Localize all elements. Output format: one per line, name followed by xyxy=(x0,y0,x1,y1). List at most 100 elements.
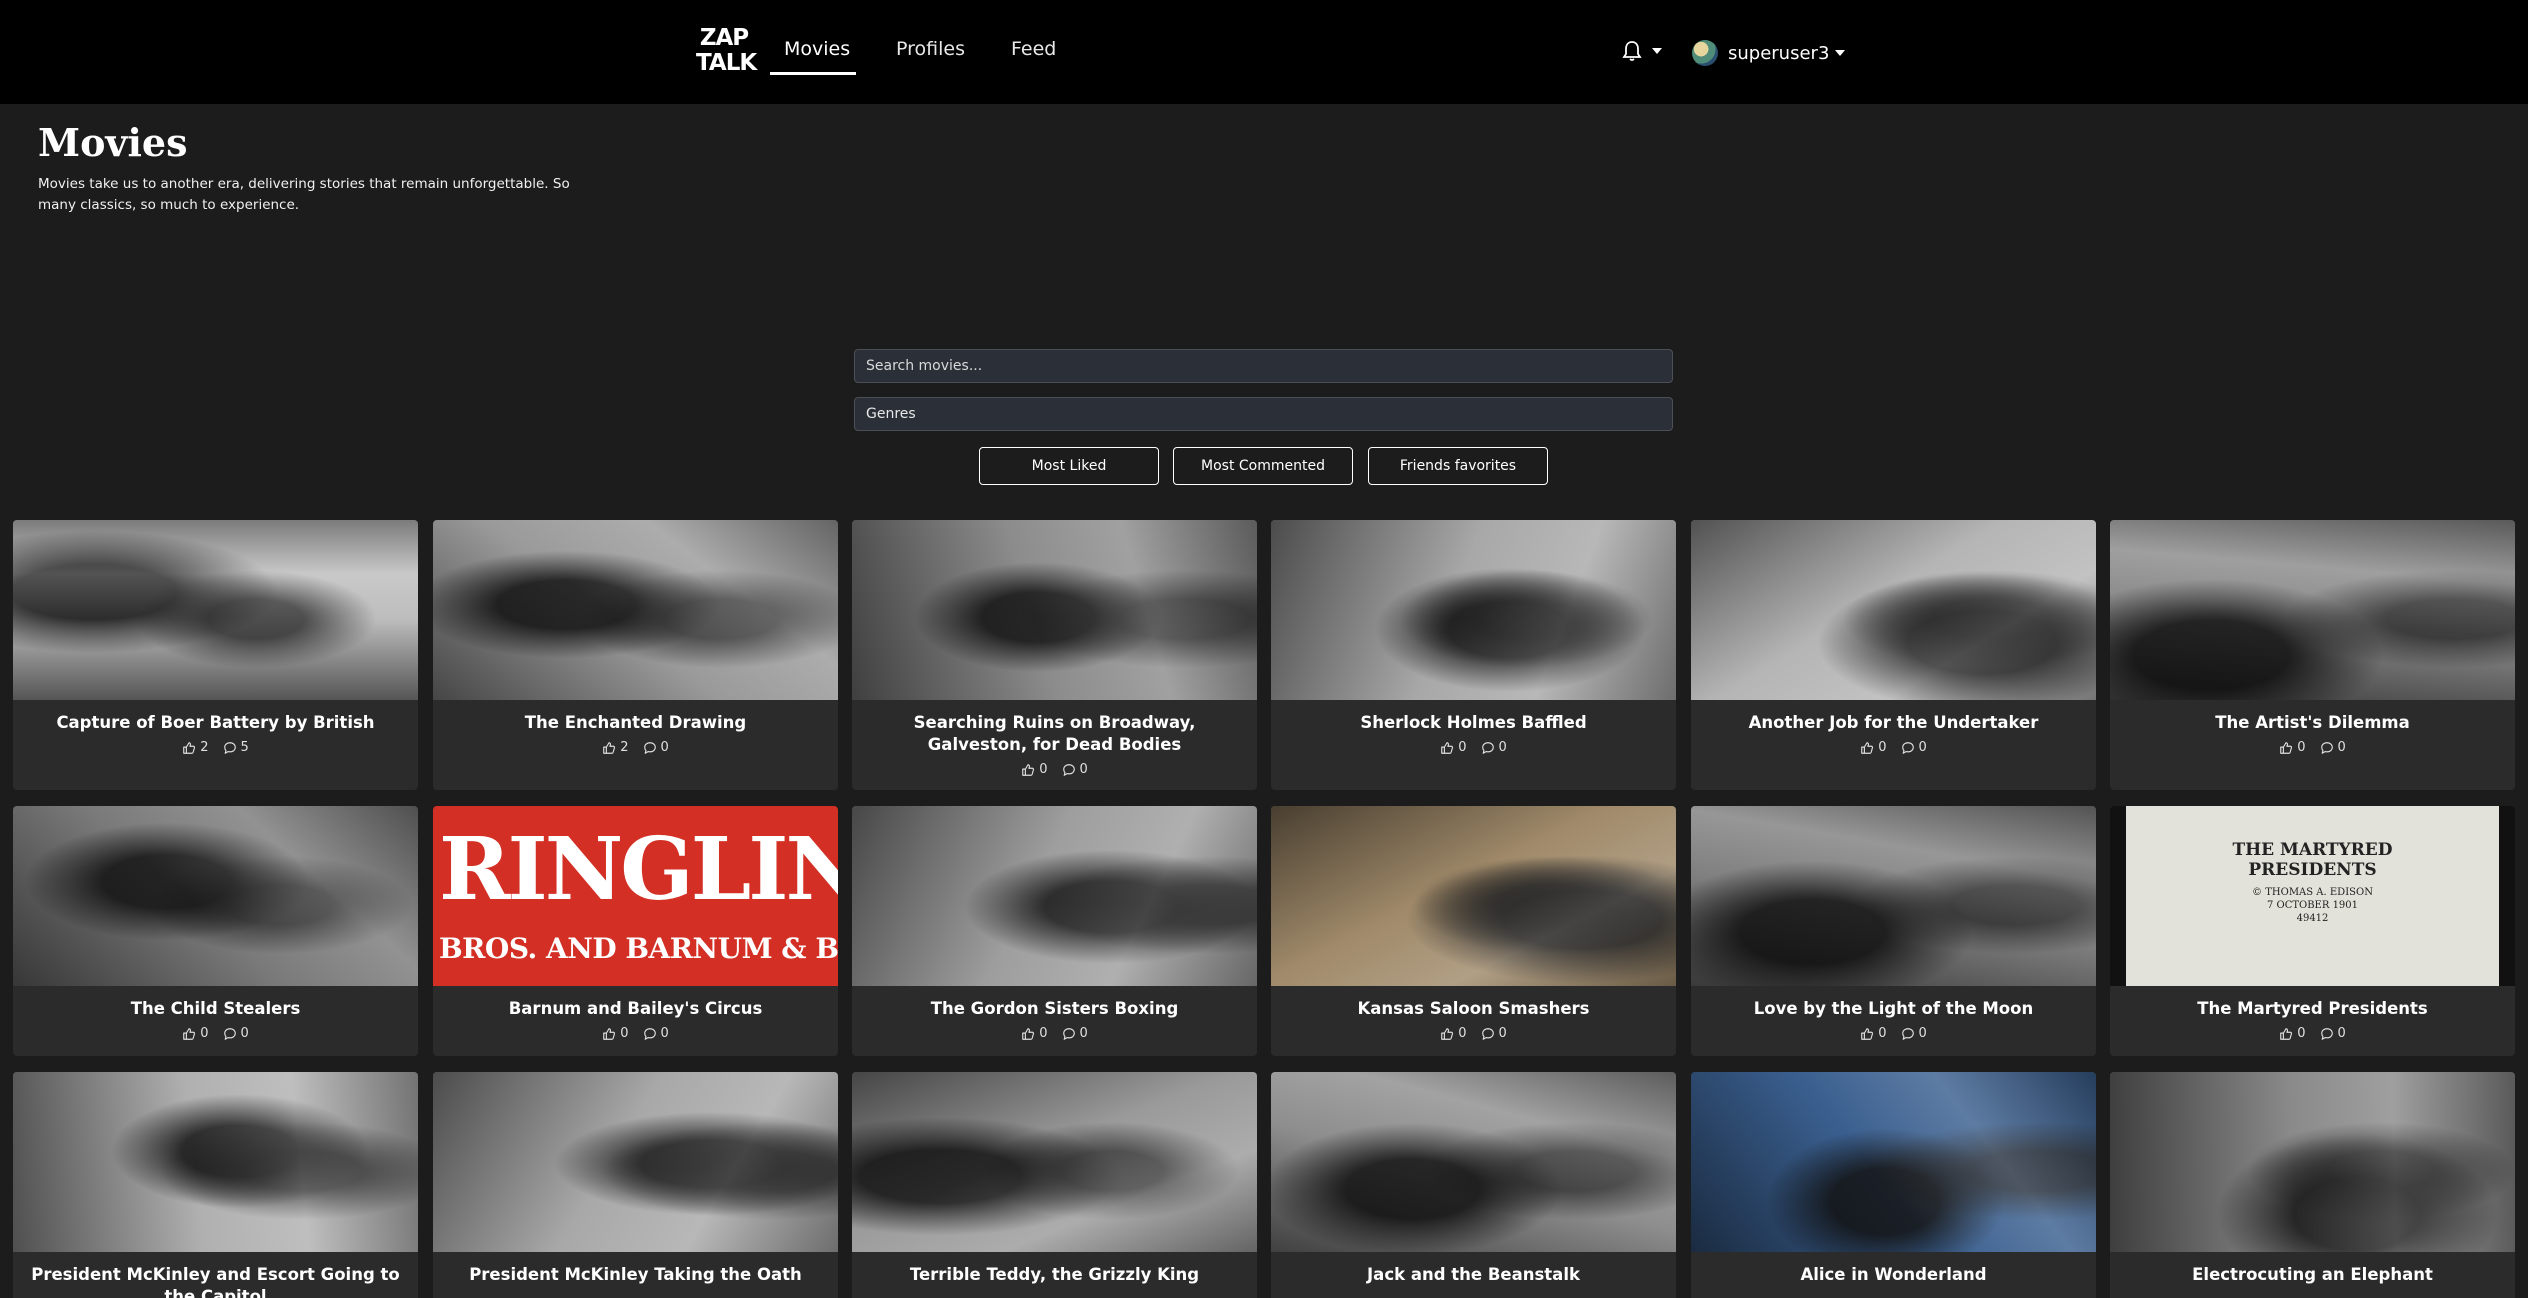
movie-stats: 00 xyxy=(2110,1020,2515,1041)
movie-thumbnail[interactable] xyxy=(852,520,1257,700)
movie-card[interactable]: Jack and the Beanstalk xyxy=(1271,1072,1676,1298)
movie-card[interactable]: The Gordon Sisters Boxing 0 0 xyxy=(852,806,1257,1056)
likes-stat[interactable]: 0 xyxy=(602,1026,629,1041)
search-input[interactable] xyxy=(854,349,1673,383)
movie-title[interactable]: Sherlock Holmes Baffled xyxy=(1271,700,1676,734)
comments-stat[interactable]: 0 xyxy=(1901,740,1927,755)
movie-thumbnail[interactable] xyxy=(13,1072,418,1252)
movie-title[interactable]: The Enchanted Drawing xyxy=(433,700,838,734)
movie-title[interactable]: The Gordon Sisters Boxing xyxy=(852,986,1257,1020)
movie-card[interactable]: The Child Stealers 0 0 xyxy=(13,806,418,1056)
movie-card[interactable]: Alice in Wonderland xyxy=(1691,1072,2096,1298)
movie-card[interactable]: President McKinley Taking the Oath xyxy=(433,1072,838,1298)
comments-stat[interactable]: 0 xyxy=(1481,1026,1507,1041)
movie-thumbnail[interactable] xyxy=(1271,520,1676,700)
comments-stat[interactable]: 0 xyxy=(1062,762,1088,777)
movie-stats: 00 xyxy=(1271,1020,1676,1041)
likes-stat[interactable]: 0 xyxy=(2279,740,2306,755)
movie-thumbnail[interactable] xyxy=(1271,1072,1676,1252)
movie-thumbnail[interactable] xyxy=(433,520,838,700)
likes-stat[interactable]: 0 xyxy=(1021,1026,1048,1041)
comments-stat[interactable]: 0 xyxy=(223,1026,249,1041)
movie-title[interactable]: The Artist's Dilemma xyxy=(2110,700,2515,734)
movie-title[interactable]: Terrible Teddy, the Grizzly King xyxy=(852,1252,1257,1286)
movie-thumbnail[interactable] xyxy=(1691,806,2096,986)
movie-card[interactable]: Capture of Boer Battery by British 2 5 xyxy=(13,520,418,790)
user-menu[interactable]: superuser3 xyxy=(1692,38,1846,68)
likes-stat[interactable]: 0 xyxy=(1021,762,1048,777)
likes-stat[interactable]: 0 xyxy=(1440,1026,1467,1041)
movie-title[interactable]: President McKinley Taking the Oath xyxy=(433,1252,838,1286)
movie-title[interactable]: Another Job for the Undertaker xyxy=(1691,700,2096,734)
movie-thumbnail[interactable] xyxy=(1271,806,1676,986)
movie-thumbnail[interactable] xyxy=(1691,520,2096,700)
most-commented-button[interactable]: Most Commented xyxy=(1173,447,1353,485)
likes-stat[interactable]: 2 xyxy=(602,740,629,755)
movie-title[interactable]: Capture of Boer Battery by British xyxy=(13,700,418,734)
likes-stat[interactable]: 0 xyxy=(1860,740,1887,755)
movie-title[interactable]: Love by the Light of the Moon xyxy=(1691,986,2096,1020)
movie-thumbnail[interactable] xyxy=(13,520,418,700)
movie-thumbnail[interactable] xyxy=(433,1072,838,1252)
notifications-dropdown[interactable] xyxy=(1622,38,1662,66)
comments-stat[interactable]: 0 xyxy=(643,1026,669,1041)
likes-stat[interactable]: 0 xyxy=(1860,1026,1887,1041)
movie-thumbnail[interactable] xyxy=(13,806,418,986)
genres-select[interactable]: Genres xyxy=(854,397,1673,431)
movie-title[interactable]: Barnum and Bailey's Circus xyxy=(433,986,838,1020)
likes-count: 0 xyxy=(2297,1026,2306,1041)
movie-title[interactable]: Kansas Saloon Smashers xyxy=(1271,986,1676,1020)
comment-icon xyxy=(2320,1027,2333,1040)
movie-card[interactable]: President McKinley and Escort Going to t… xyxy=(13,1072,418,1298)
movie-card[interactable]: Another Job for the Undertaker 0 0 xyxy=(1691,520,2096,790)
movie-card[interactable]: Kansas Saloon Smashers 0 0 xyxy=(1271,806,1676,1056)
movie-card[interactable]: Terrible Teddy, the Grizzly King xyxy=(852,1072,1257,1298)
movie-title[interactable]: Alice in Wonderland xyxy=(1691,1252,2096,1286)
comments-stat[interactable]: 0 xyxy=(2320,1026,2346,1041)
likes-stat[interactable]: 0 xyxy=(2279,1026,2306,1041)
movie-card[interactable]: The Enchanted Drawing 2 0 xyxy=(433,520,838,790)
movie-card[interactable]: Searching Ruins on Broadway, Galveston, … xyxy=(852,520,1257,790)
movie-title[interactable]: The Child Stealers xyxy=(13,986,418,1020)
movie-card[interactable]: Electrocuting an Elephant xyxy=(2110,1072,2515,1298)
poster-subtitle-text: BROS. AND BARNUM & BAILEY xyxy=(439,932,838,965)
movie-thumbnail[interactable] xyxy=(1691,1072,2096,1252)
movie-thumbnail[interactable] xyxy=(2110,520,2515,700)
movie-title[interactable]: The Martyred Presidents xyxy=(2110,986,2515,1020)
most-liked-button[interactable]: Most Liked xyxy=(979,447,1159,485)
thumbs-up-icon xyxy=(1441,741,1454,754)
comments-stat[interactable]: 0 xyxy=(2320,740,2346,755)
comment-icon xyxy=(643,1027,656,1040)
friends-favorites-button[interactable]: Friends favorites xyxy=(1368,447,1548,485)
movie-title[interactable]: President McKinley and Escort Going to t… xyxy=(13,1252,418,1298)
likes-stat[interactable]: 0 xyxy=(1440,740,1467,755)
nav-link-movies[interactable]: Movies xyxy=(784,38,850,60)
movie-card[interactable]: The Artist's Dilemma 0 0 xyxy=(2110,520,2515,790)
movie-stats: 00 xyxy=(1691,1020,2096,1041)
movie-title[interactable]: Electrocuting an Elephant xyxy=(2110,1252,2515,1286)
comments-stat[interactable]: 0 xyxy=(1062,1026,1088,1041)
nav-link-profiles[interactable]: Profiles xyxy=(896,38,965,60)
movie-stats: 00 xyxy=(852,1020,1257,1041)
comments-stat[interactable]: 0 xyxy=(643,740,669,755)
likes-stat[interactable]: 2 xyxy=(182,740,209,755)
movie-thumbnail[interactable] xyxy=(2110,1072,2515,1252)
comment-icon xyxy=(223,1027,236,1040)
comments-stat[interactable]: 0 xyxy=(1901,1026,1927,1041)
movie-card[interactable]: Sherlock Holmes Baffled 0 0 xyxy=(1271,520,1676,790)
movie-card[interactable]: Love by the Light of the Moon 0 0 xyxy=(1691,806,2096,1056)
nav-link-feed[interactable]: Feed xyxy=(1011,38,1056,60)
movie-card[interactable]: THE MARTYRED PRESIDENTS © THOMAS A. EDISON… xyxy=(2110,806,2515,1056)
comments-stat[interactable]: 5 xyxy=(223,740,249,755)
movie-thumbnail[interactable] xyxy=(852,806,1257,986)
movie-thumbnail[interactable]: THE MARTYRED PRESIDENTS © THOMAS A. EDISON… xyxy=(2110,806,2515,986)
movie-title[interactable]: Searching Ruins on Broadway, Galveston, … xyxy=(852,700,1257,756)
movie-title[interactable]: Jack and the Beanstalk xyxy=(1271,1252,1676,1286)
movie-thumbnail[interactable] xyxy=(852,1072,1257,1252)
movie-card[interactable]: RINGLING BROS. AND BARNUM & BAILEY Barnum … xyxy=(433,806,838,1056)
movie-thumbnail[interactable]: RINGLING BROS. AND BARNUM & BAILEY xyxy=(433,806,838,986)
poster-title-text: RINGLING xyxy=(439,819,838,920)
comments-stat[interactable]: 0 xyxy=(1481,740,1507,755)
likes-stat[interactable]: 0 xyxy=(182,1026,209,1041)
zaptalk-logo[interactable]: ZAP TALK xyxy=(696,26,757,76)
